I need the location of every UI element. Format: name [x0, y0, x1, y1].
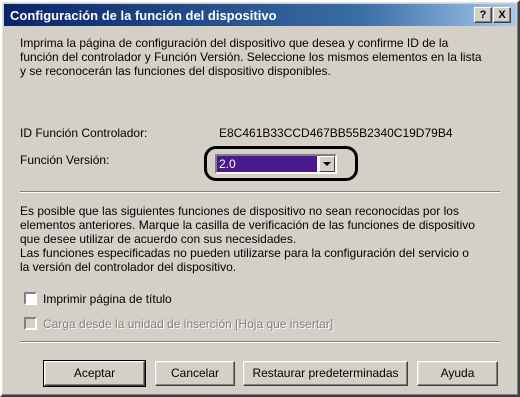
intro-text: Imprima la página de configuración del d… — [20, 36, 482, 78]
restore-defaults-button[interactable]: Restaurar predeterminadas — [243, 361, 408, 386]
description-line: Es posible que las siguientes funciones … — [20, 204, 459, 218]
cancel-button[interactable]: Cancelar — [155, 361, 235, 386]
description-line: que desee utilizar de acuerdo con sus ne… — [20, 232, 297, 246]
intro-line: Imprima la página de configuración del d… — [20, 36, 449, 50]
print-title-page-label[interactable]: Imprimir página de título — [43, 292, 172, 306]
device-function-dialog: Configuración de la función del disposit… — [0, 0, 520, 397]
function-version-selected: 2.0 — [217, 156, 317, 172]
description-line: la versión del controlador del dispositi… — [20, 260, 237, 274]
intro-line: y se reconocerán las funciones del dispo… — [20, 64, 331, 78]
chevron-down-icon[interactable] — [319, 156, 335, 172]
print-title-page-checkbox[interactable] — [24, 292, 37, 306]
help-icon[interactable]: ? — [474, 7, 492, 23]
description-text: Es posible que las siguientes funciones … — [20, 204, 475, 274]
description-line: elementos anteriores. Marque la casilla … — [20, 218, 475, 232]
print-title-page-option[interactable]: Imprimir página de título — [24, 291, 172, 306]
ok-button[interactable]: Aceptar — [43, 360, 146, 387]
help-button[interactable]: Ayuda — [417, 361, 498, 386]
intro-line: función del controlador y Función Versió… — [20, 50, 482, 64]
driver-id-value: E8C461B33CCD467BB55B2340C19D79B4 — [219, 126, 453, 140]
function-version-select[interactable]: 2.0 — [215, 154, 337, 174]
insert-unit-feed-option: Carga desde la unidad de inserción [Hoja… — [24, 316, 333, 331]
divider — [20, 191, 500, 193]
title-bar[interactable]: Configuración de la función del disposit… — [4, 4, 516, 26]
divider — [20, 341, 500, 343]
function-version-label: Función Versión: — [20, 153, 110, 167]
driver-id-label: ID Función Controlador: — [20, 126, 148, 140]
insert-unit-feed-label: Carga desde la unidad de inserción [Hoja… — [43, 316, 334, 331]
description-line: Las funciones especificadas no pueden ut… — [20, 246, 469, 260]
window-title: Configuración de la función del disposit… — [10, 8, 277, 23]
insert-unit-feed-checkbox — [24, 317, 37, 331]
close-icon[interactable]: X — [493, 7, 511, 23]
